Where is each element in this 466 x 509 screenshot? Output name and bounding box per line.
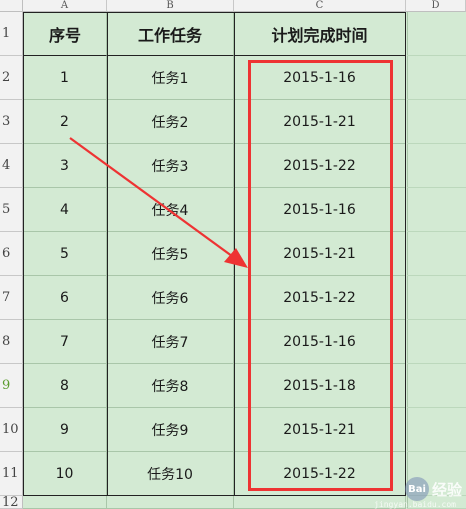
grid-line <box>407 231 466 232</box>
column-header-d[interactable]: D <box>406 0 466 12</box>
grid-line <box>407 407 466 408</box>
task-cell[interactable]: 任务1 <box>107 56 234 100</box>
due-date-cell[interactable]: 2015-1-22 <box>234 276 406 320</box>
due-date-cell[interactable]: 2015-1-16 <box>234 56 406 100</box>
task-cell[interactable]: 任务6 <box>107 276 234 320</box>
grid-line <box>407 275 466 276</box>
row-header-11[interactable]: 11 <box>0 452 23 496</box>
empty-cell[interactable] <box>23 496 107 509</box>
row-header-10[interactable]: 10 <box>0 408 23 452</box>
row-header-7[interactable]: 7 <box>0 276 23 320</box>
row-header-3[interactable]: 3 <box>0 100 23 144</box>
index-cell[interactable]: 5 <box>23 232 107 276</box>
header-cell-task[interactable]: 工作任务 <box>107 12 234 56</box>
watermark: Bai 经验 <box>404 477 462 501</box>
spreadsheet: A B C D 1 2 3 4 5 6 7 8 9 10 11 12 序号 工作任务 计划完成时间 1 任务1… <box>0 0 466 509</box>
grid-line <box>407 99 466 100</box>
due-date-cell[interactable]: 2015-1-16 <box>234 320 406 364</box>
index-cell[interactable]: 6 <box>23 276 107 320</box>
header-cell-due-date[interactable]: 计划完成时间 <box>234 12 406 56</box>
index-cell[interactable]: 2 <box>23 100 107 144</box>
task-cell[interactable]: 任务5 <box>107 232 234 276</box>
header-cell-index[interactable]: 序号 <box>23 12 107 56</box>
due-date-cell[interactable]: 2015-1-21 <box>234 232 406 276</box>
row-header-1[interactable]: 1 <box>0 12 23 56</box>
task-cell[interactable]: 任务9 <box>107 408 234 452</box>
task-cell[interactable]: 任务8 <box>107 364 234 408</box>
due-date-cell[interactable]: 2015-1-21 <box>234 408 406 452</box>
row-header-2[interactable]: 2 <box>0 56 23 100</box>
due-date-cell[interactable]: 2015-1-21 <box>234 100 406 144</box>
column-header-c[interactable]: C <box>234 0 406 12</box>
column-header-b[interactable]: B <box>107 0 234 12</box>
grid-line <box>407 143 466 144</box>
row-header-6[interactable]: 6 <box>0 232 23 276</box>
due-date-cell[interactable]: 2015-1-22 <box>234 144 406 188</box>
grid-line <box>407 187 466 188</box>
row-header-9[interactable]: 9 <box>0 364 23 408</box>
grid-line <box>407 451 466 452</box>
row-header-8[interactable]: 8 <box>0 320 23 364</box>
index-cell[interactable]: 1 <box>23 56 107 100</box>
task-cell[interactable]: 任务2 <box>107 100 234 144</box>
baidu-paw-icon: Bai <box>404 477 429 501</box>
grid-line <box>407 55 466 56</box>
column-d-cells[interactable] <box>407 12 466 509</box>
task-cell[interactable]: 任务10 <box>107 452 234 496</box>
task-cell[interactable]: 任务3 <box>107 144 234 188</box>
index-cell[interactable]: 8 <box>23 364 107 408</box>
grid-line <box>407 363 466 364</box>
due-date-cell[interactable]: 2015-1-22 <box>234 452 406 496</box>
row-header-4[interactable]: 4 <box>0 144 23 188</box>
grid-line <box>234 12 235 496</box>
row-header-5[interactable]: 5 <box>0 188 23 232</box>
task-cell[interactable]: 任务4 <box>107 188 234 232</box>
grid-line <box>407 319 466 320</box>
index-cell[interactable]: 3 <box>23 144 107 188</box>
empty-cell[interactable] <box>107 496 234 509</box>
index-cell[interactable]: 10 <box>23 452 107 496</box>
column-header-a[interactable]: A <box>23 0 107 12</box>
due-date-cell[interactable]: 2015-1-18 <box>234 364 406 408</box>
index-cell[interactable]: 7 <box>23 320 107 364</box>
watermark-text: 经验 <box>431 480 462 499</box>
watermark-url: jingyan.baidu.com <box>374 500 456 509</box>
grid-line <box>107 12 108 496</box>
index-cell[interactable]: 9 <box>23 408 107 452</box>
task-cell[interactable]: 任务7 <box>107 320 234 364</box>
row-header-12[interactable]: 12 <box>0 495 23 509</box>
select-all-corner[interactable] <box>0 0 23 12</box>
due-date-cell[interactable]: 2015-1-16 <box>234 188 406 232</box>
index-cell[interactable]: 4 <box>23 188 107 232</box>
